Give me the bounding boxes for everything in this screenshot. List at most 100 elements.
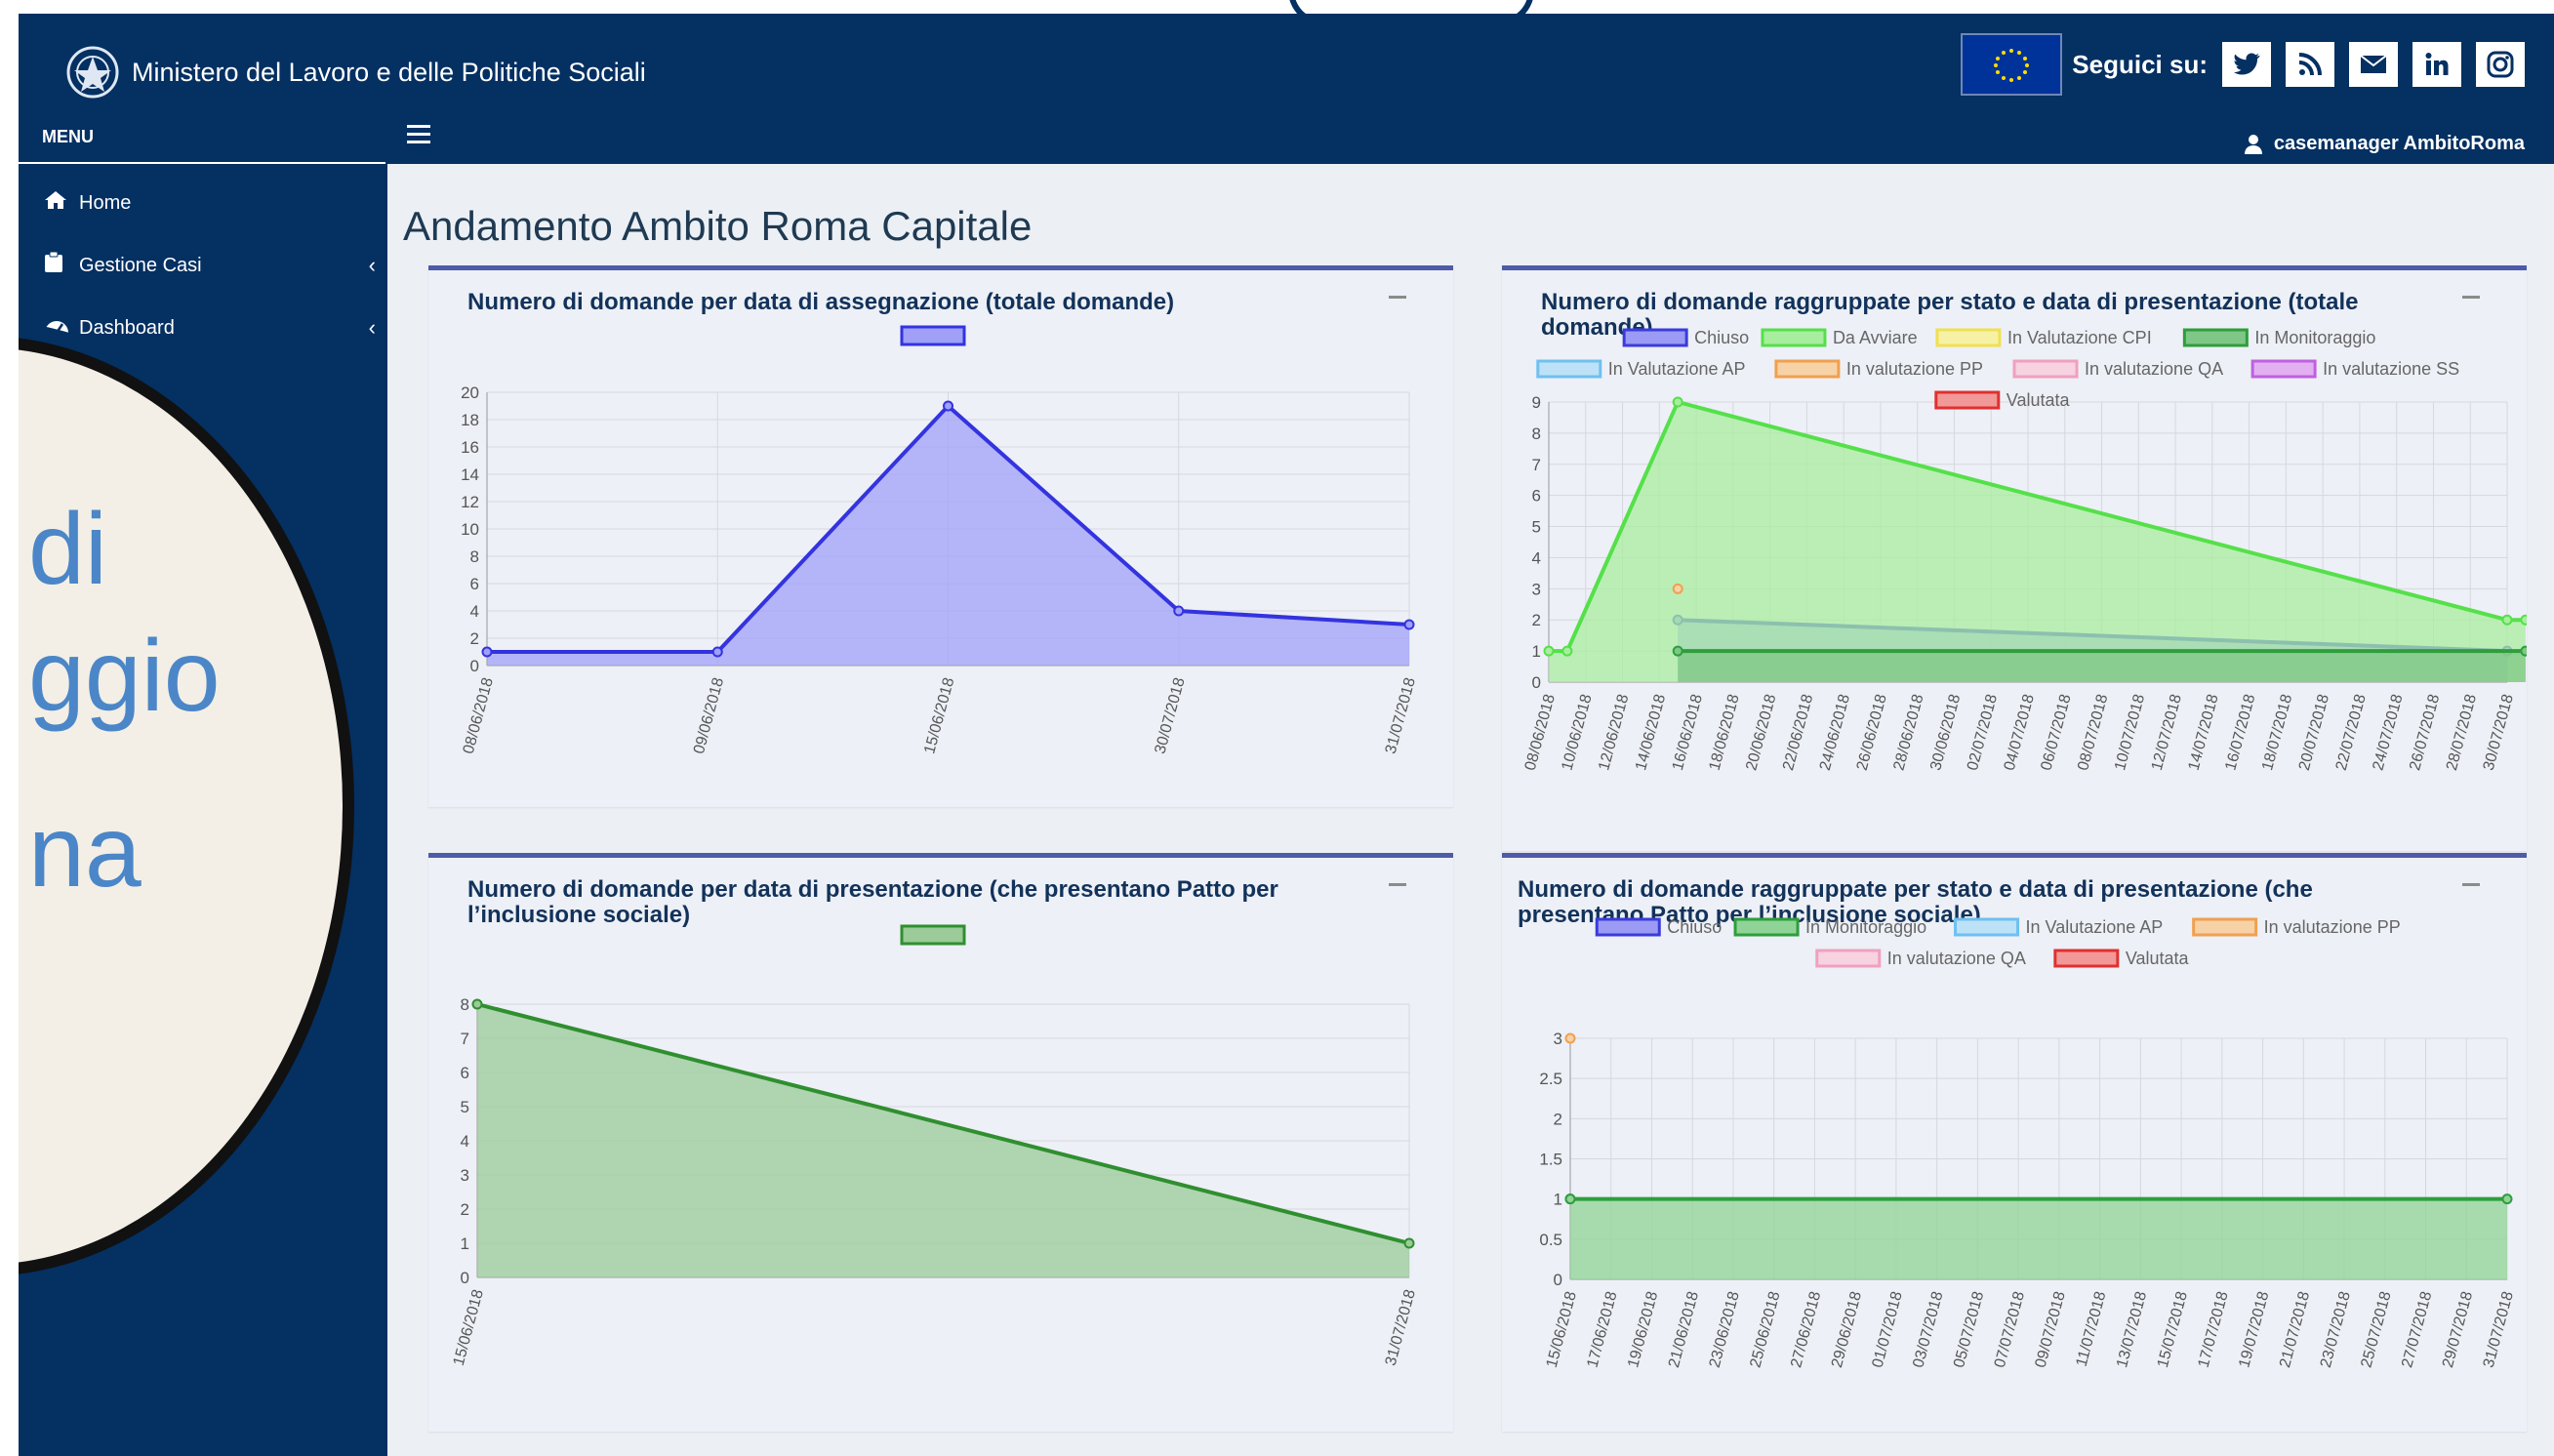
sidebar-item-label: Home xyxy=(79,191,132,214)
x-tick-label: 02/07/2018 xyxy=(1965,693,2001,773)
hamburger-menu-icon[interactable] xyxy=(407,125,430,144)
x-tick-label: 23/06/2018 xyxy=(1707,1290,1743,1370)
legend-label: In Valutazione AP xyxy=(1608,359,1746,379)
x-tick-label: 28/07/2018 xyxy=(2444,693,2480,773)
data-point xyxy=(481,646,493,658)
legend-label: In valutazione PP xyxy=(2264,917,2401,937)
linkedin-icon[interactable] xyxy=(2412,42,2461,87)
y-tick-label: 6 xyxy=(470,575,479,593)
legend-label: In valutazione PP xyxy=(1846,359,1983,379)
x-tick-label: 29/07/2018 xyxy=(2440,1290,2476,1370)
user-icon xyxy=(2244,134,2262,154)
x-tick-label: 22/07/2018 xyxy=(2333,693,2370,773)
legend-label: In Valutazione AP xyxy=(2026,917,2164,937)
y-tick-label: 1.5 xyxy=(1539,1151,1562,1169)
legend-swatch xyxy=(2012,359,2079,379)
eu-flag-icon xyxy=(1961,33,2063,96)
x-tick-label: 24/07/2018 xyxy=(2370,693,2406,773)
data-point xyxy=(1543,645,1555,657)
legend-label: Valutata xyxy=(2126,949,2190,968)
y-tick-label: 3 xyxy=(1554,1030,1562,1048)
x-tick-label: 21/07/2018 xyxy=(2277,1290,2313,1370)
x-tick-label: 26/07/2018 xyxy=(2407,693,2443,773)
y-tick-label: 0 xyxy=(470,657,479,675)
sidebar-item-dashboard[interactable]: Dashboard ‹ xyxy=(44,308,376,347)
x-tick-label: 17/07/2018 xyxy=(2196,1290,2232,1370)
legend-swatch xyxy=(2192,917,2258,937)
social-follow: Seguici su: xyxy=(1961,33,2525,96)
x-tick-label: 09/06/2018 xyxy=(691,676,727,756)
follow-label: Seguici su: xyxy=(2072,49,2208,79)
x-tick-label: 15/07/2018 xyxy=(2155,1290,2191,1370)
chart-box-patto: Numero di domande per data di presentazi… xyxy=(428,853,1453,1432)
instagram-icon[interactable] xyxy=(2476,42,2525,87)
x-tick-label: 18/07/2018 xyxy=(2259,693,2295,773)
legend-label: Chiuso xyxy=(1667,917,1722,937)
clipboard-icon xyxy=(44,251,69,279)
y-tick-label: 20 xyxy=(461,384,479,402)
user-menu[interactable]: casemanager AmbitoRoma xyxy=(2244,133,2525,155)
y-tick-label: 8 xyxy=(470,547,479,566)
x-tick-label: 31/07/2018 xyxy=(2481,1290,2517,1370)
overlay-text: na xyxy=(28,795,142,909)
x-tick-label: 10/06/2018 xyxy=(1559,693,1595,773)
y-tick-label: 0 xyxy=(461,1269,469,1287)
series-area xyxy=(1678,651,2526,682)
line-chart-assegnazione: 0 2 4 6 8 10 12 14 16 18 20 08/06/2018 09/06/2018 15/… xyxy=(461,325,1419,756)
data-point xyxy=(1403,619,1415,630)
series-area xyxy=(487,406,1409,666)
data-point xyxy=(2501,614,2513,626)
x-tick-label: 08/06/2018 xyxy=(1522,693,1559,773)
x-tick-label: 16/07/2018 xyxy=(2222,693,2258,773)
data-point xyxy=(2501,1193,2513,1205)
x-tick-label: 22/06/2018 xyxy=(1780,693,1816,773)
page-title: Andamento Ambito Roma Capitale xyxy=(403,203,1033,249)
ministry-brand[interactable]: Ministero del Lavoro e delle Politiche S… xyxy=(65,35,646,109)
y-tick-label: 4 xyxy=(470,602,479,621)
x-tick-label: 19/06/2018 xyxy=(1625,1290,1661,1370)
x-tick-label: 10/07/2018 xyxy=(2112,693,2148,773)
x-tick-label: 13/07/2018 xyxy=(2114,1290,2150,1370)
y-tick-label: 4 xyxy=(461,1132,469,1151)
mail-icon[interactable] xyxy=(2349,42,2398,87)
legend-swatch xyxy=(2250,359,2317,379)
chart-box-stato-totale: Numero di domande raggruppate per stato … xyxy=(1502,265,2527,851)
data-point xyxy=(471,998,483,1010)
twitter-icon[interactable] xyxy=(2222,42,2271,87)
user-name: casemanager AmbitoRoma xyxy=(2273,133,2525,154)
x-tick-label: 31/07/2018 xyxy=(1383,676,1419,756)
x-tick-label: 29/06/2018 xyxy=(1829,1290,1865,1370)
x-tick-label: 23/07/2018 xyxy=(2318,1290,2354,1370)
legend-swatch xyxy=(2053,949,2120,968)
menu-label: MENU xyxy=(42,127,94,146)
legend-swatch xyxy=(900,325,966,346)
legend-label: Valutata xyxy=(2007,390,2071,410)
y-tick-label: 8 xyxy=(461,995,469,1014)
y-tick-label: 14 xyxy=(461,465,479,484)
rss-icon[interactable] xyxy=(2286,42,2334,87)
data-point xyxy=(1403,1237,1415,1249)
series-area xyxy=(1570,1198,2507,1279)
data-point xyxy=(711,646,723,658)
sidebar-item-home[interactable]: Home xyxy=(44,183,376,222)
legend-swatch xyxy=(1934,390,2001,410)
x-tick-label: 14/06/2018 xyxy=(1633,693,1669,773)
x-tick-label: 27/06/2018 xyxy=(1788,1290,1824,1370)
x-tick-label: 11/07/2018 xyxy=(2074,1290,2110,1369)
legend-swatch xyxy=(1935,328,2002,347)
x-tick-label: 15/06/2018 xyxy=(921,676,957,756)
sidebar-item-gestione-casi[interactable]: Gestione Casi ‹ xyxy=(44,246,376,285)
x-tick-label: 30/07/2018 xyxy=(1152,676,1188,756)
x-tick-label: 12/06/2018 xyxy=(1596,693,1632,773)
data-point xyxy=(2520,645,2527,657)
line-chart-stato-totale: 0 1 2 3 4 5 6 7 8 9 08/06/2018 10/06/2018 12/06/2018… xyxy=(1522,328,2527,773)
x-tick-label: 03/07/2018 xyxy=(1910,1290,1946,1370)
sidebar-item-label: Dashboard xyxy=(79,316,175,339)
y-tick-label: 7 xyxy=(1532,456,1541,474)
x-tick-label: 24/06/2018 xyxy=(1817,693,1853,773)
y-tick-label: 1 xyxy=(1554,1191,1562,1209)
y-tick-label: 0 xyxy=(1532,673,1541,692)
x-tick-label: 25/07/2018 xyxy=(2358,1290,2394,1370)
emblem-icon xyxy=(66,46,119,99)
legend-label: In Monitoraggio xyxy=(1805,917,1926,937)
